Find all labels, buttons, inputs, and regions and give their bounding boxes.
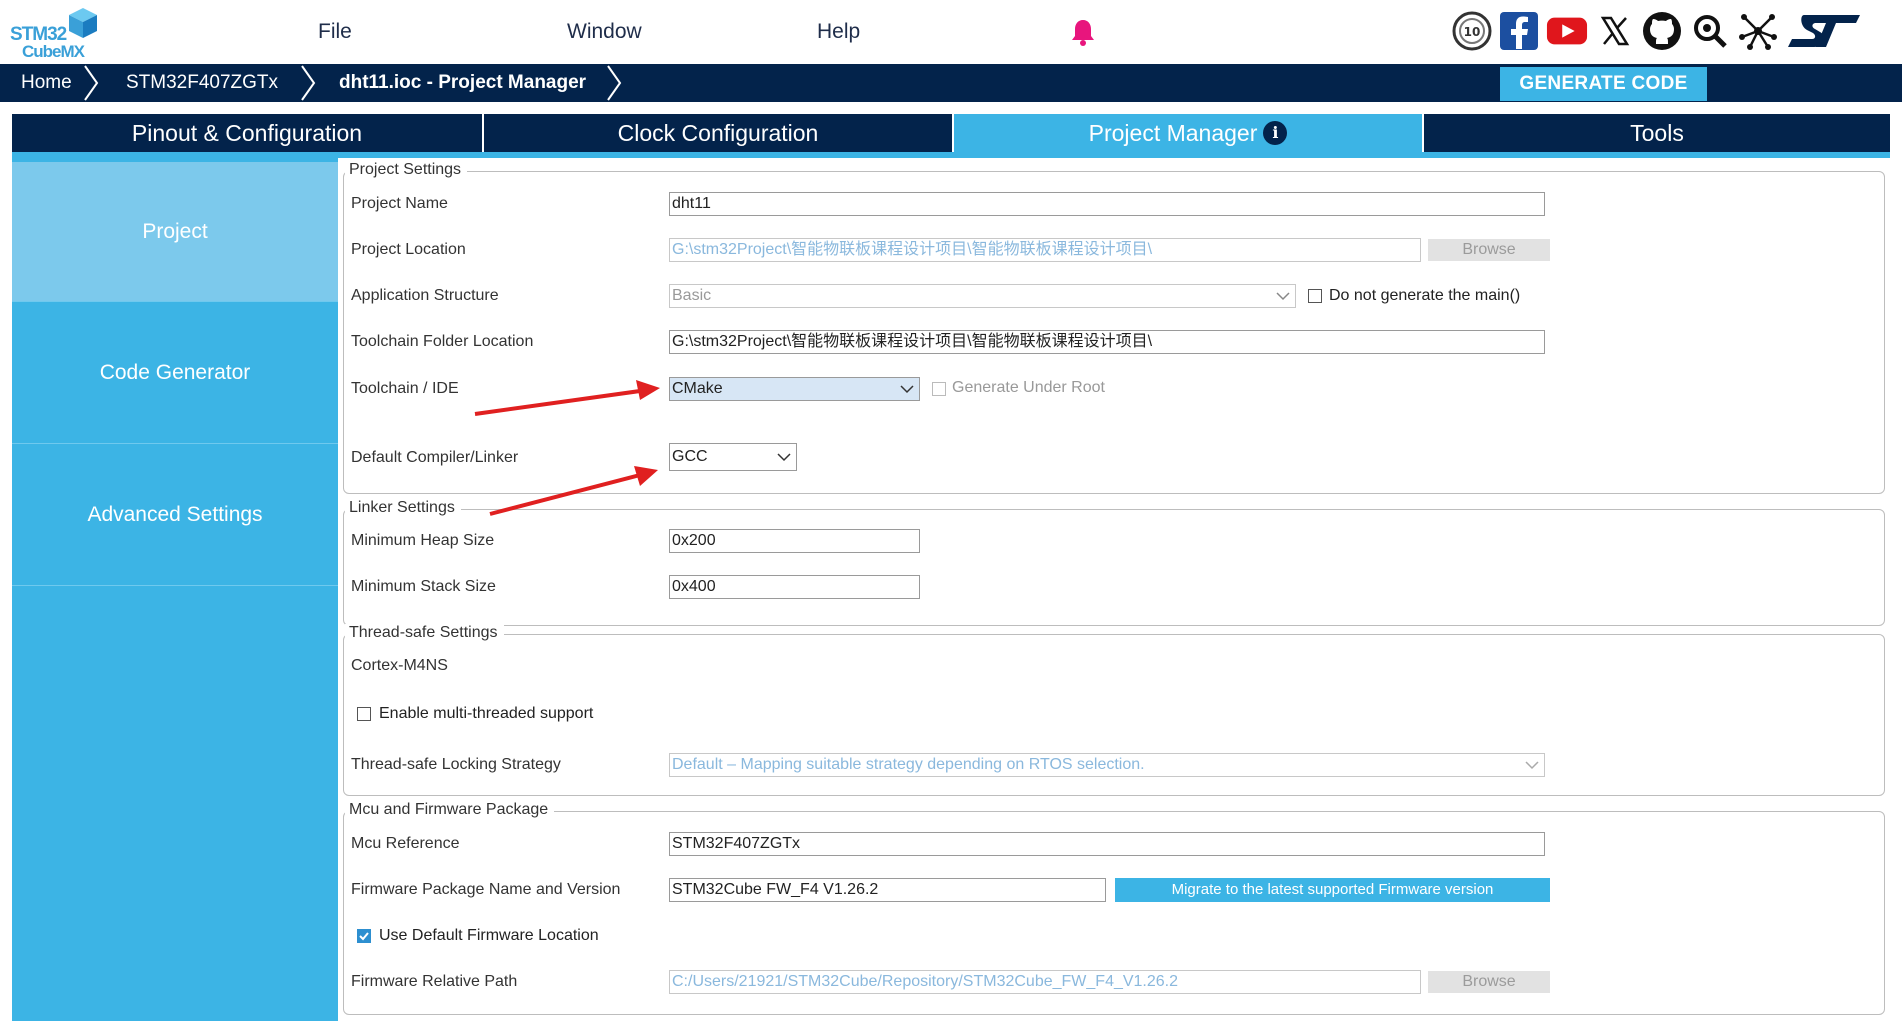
generate-code-button[interactable]: GENERATE CODE <box>1500 67 1707 101</box>
mcu-reference-label: Mcu Reference <box>351 835 460 852</box>
breadcrumb-separator-icon <box>84 65 99 101</box>
chevron-down-icon <box>900 385 914 394</box>
min-stack-size-input[interactable]: 0x400 <box>669 575 920 599</box>
bell-icon[interactable] <box>1070 18 1096 46</box>
use-default-firmware-checkbox[interactable] <box>357 929 371 943</box>
menu-help[interactable]: Help <box>817 20 860 44</box>
default-compiler-select[interactable]: GCC <box>669 443 797 471</box>
checkmark-icon <box>359 932 369 941</box>
cube-icon <box>69 8 97 38</box>
chevron-down-icon <box>1276 292 1290 301</box>
nav-item-label: Advanced Settings <box>87 503 263 526</box>
firmware-path-label: Firmware Relative Path <box>351 973 518 990</box>
stm32cubemx-logo: STM32 CubeMX <box>8 6 100 61</box>
tab-label: Clock Configuration <box>617 120 819 146</box>
migrate-firmware-button[interactable]: Migrate to the latest supported Firmware… <box>1115 878 1550 902</box>
info-icon[interactable]: i <box>1263 121 1288 145</box>
nav-item-label: Project <box>142 220 208 243</box>
menu-window[interactable]: Window <box>567 20 642 44</box>
firmware-path-input[interactable]: C:/Users/21921/STM32Cube/Repository/STM3… <box>669 970 1421 994</box>
do-not-generate-main-label: Do not generate the main() <box>1329 287 1521 304</box>
mcu-firmware-legend: Mcu and Firmware Package <box>345 801 555 819</box>
min-stack-size-label: Minimum Stack Size <box>351 578 496 595</box>
default-compiler-label: Default Compiler/Linker <box>351 449 519 466</box>
top-bar: STM32 CubeMX File Window Help 10 <box>0 0 1902 64</box>
breadcrumb-project[interactable]: dht11.ioc - Project Manager <box>339 64 586 102</box>
multithread-support-checkbox[interactable] <box>357 707 371 721</box>
main-tabs: Pinout & Configuration Clock Configurati… <box>12 114 1890 156</box>
application-structure-value: Basic <box>672 287 712 304</box>
toolchain-ide-value: CMake <box>672 380 723 397</box>
project-location-browse-button[interactable]: Browse <box>1428 239 1550 261</box>
breadcrumb-separator-icon <box>301 65 316 101</box>
tab-label: Project Manager <box>1088 120 1258 146</box>
tab-pinout-configuration[interactable]: Pinout & Configuration <box>12 114 484 152</box>
project-name-input[interactable]: dht11 <box>669 192 1545 216</box>
x-icon[interactable] <box>1594 10 1636 52</box>
thread-safe-settings-legend: Thread-safe Settings <box>345 624 504 642</box>
min-heap-size-input[interactable]: 0x200 <box>669 529 920 553</box>
core-label: Cortex-M4NS <box>351 657 448 674</box>
default-compiler-value: GCC <box>672 448 708 465</box>
tab-label: Tools <box>1630 120 1684 146</box>
anniversary-badge-icon[interactable]: 10 <box>1451 10 1493 52</box>
use-default-firmware-label: Use Default Firmware Location <box>379 927 599 944</box>
tab-project-manager[interactable]: Project Manager i <box>954 114 1424 152</box>
nav-item-label: Code Generator <box>99 361 251 384</box>
breadcrumb-mcu[interactable]: STM32F407ZGTx <box>126 64 278 102</box>
tab-label: Pinout & Configuration <box>131 120 363 146</box>
facebook-icon[interactable] <box>1498 10 1540 52</box>
generate-under-root-checkbox[interactable] <box>932 382 946 396</box>
generate-under-root-label: Generate Under Root <box>952 379 1105 396</box>
left-navigation: Project Code Generator Advanced Settings <box>12 158 338 1021</box>
toolchain-ide-select[interactable]: CMake <box>669 377 920 401</box>
toolchain-folder-label: Toolchain Folder Location <box>351 333 534 350</box>
nav-item-advanced-settings[interactable]: Advanced Settings <box>12 444 338 586</box>
tab-clock-configuration[interactable]: Clock Configuration <box>484 114 954 152</box>
nav-item-code-generator[interactable]: Code Generator <box>12 302 338 444</box>
application-structure-label: Application Structure <box>351 287 499 304</box>
project-location-input[interactable]: G:\stm32Project\智能物联板课程设计项目\智能物联板课程设计项目\ <box>669 238 1421 262</box>
project-name-label: Project Name <box>351 195 448 212</box>
locking-strategy-label: Thread-safe Locking Strategy <box>351 756 561 773</box>
menu-file[interactable]: File <box>318 20 352 44</box>
firmware-path-browse-button[interactable]: Browse <box>1428 971 1550 993</box>
breadcrumb-home[interactable]: Home <box>21 64 72 102</box>
multithread-support-label: Enable multi-threaded support <box>379 705 594 722</box>
st-logo-icon[interactable] <box>1784 10 1864 52</box>
toolchain-ide-label: Toolchain / IDE <box>351 380 459 397</box>
linker-settings-group <box>343 509 1885 626</box>
logo-text-cubemx: CubeMX <box>22 42 85 61</box>
community-search-icon[interactable] <box>1689 10 1731 52</box>
project-location-label: Project Location <box>351 241 466 258</box>
toolchain-folder-input[interactable]: G:\stm32Project\智能物联板课程设计项目\智能物联板课程设计项目\ <box>669 330 1545 354</box>
locking-strategy-value: Default – Mapping suitable strategy depe… <box>672 756 1145 773</box>
linker-settings-legend: Linker Settings <box>345 499 461 517</box>
project-settings-legend: Project Settings <box>345 161 468 179</box>
application-structure-select[interactable]: Basic <box>669 284 1296 308</box>
do-not-generate-main-checkbox[interactable] <box>1308 289 1322 303</box>
github-icon[interactable] <box>1641 10 1683 52</box>
firmware-package-input[interactable]: STM32Cube FW_F4 V1.26.2 <box>669 878 1106 902</box>
network-icon[interactable] <box>1737 10 1779 52</box>
chevron-down-icon <box>777 453 791 462</box>
mcu-reference-input[interactable]: STM32F407ZGTx <box>669 832 1545 856</box>
min-heap-size-label: Minimum Heap Size <box>351 532 495 549</box>
youtube-icon[interactable] <box>1546 10 1588 52</box>
breadcrumb-separator-icon <box>607 65 622 101</box>
svg-text:10: 10 <box>1464 25 1481 39</box>
nav-item-project[interactable]: Project <box>12 162 338 302</box>
locking-strategy-select[interactable]: Default – Mapping suitable strategy depe… <box>669 753 1545 777</box>
firmware-package-label: Firmware Package Name and Version <box>351 881 621 898</box>
tab-tools[interactable]: Tools <box>1424 114 1890 152</box>
chevron-down-icon <box>1525 761 1539 770</box>
